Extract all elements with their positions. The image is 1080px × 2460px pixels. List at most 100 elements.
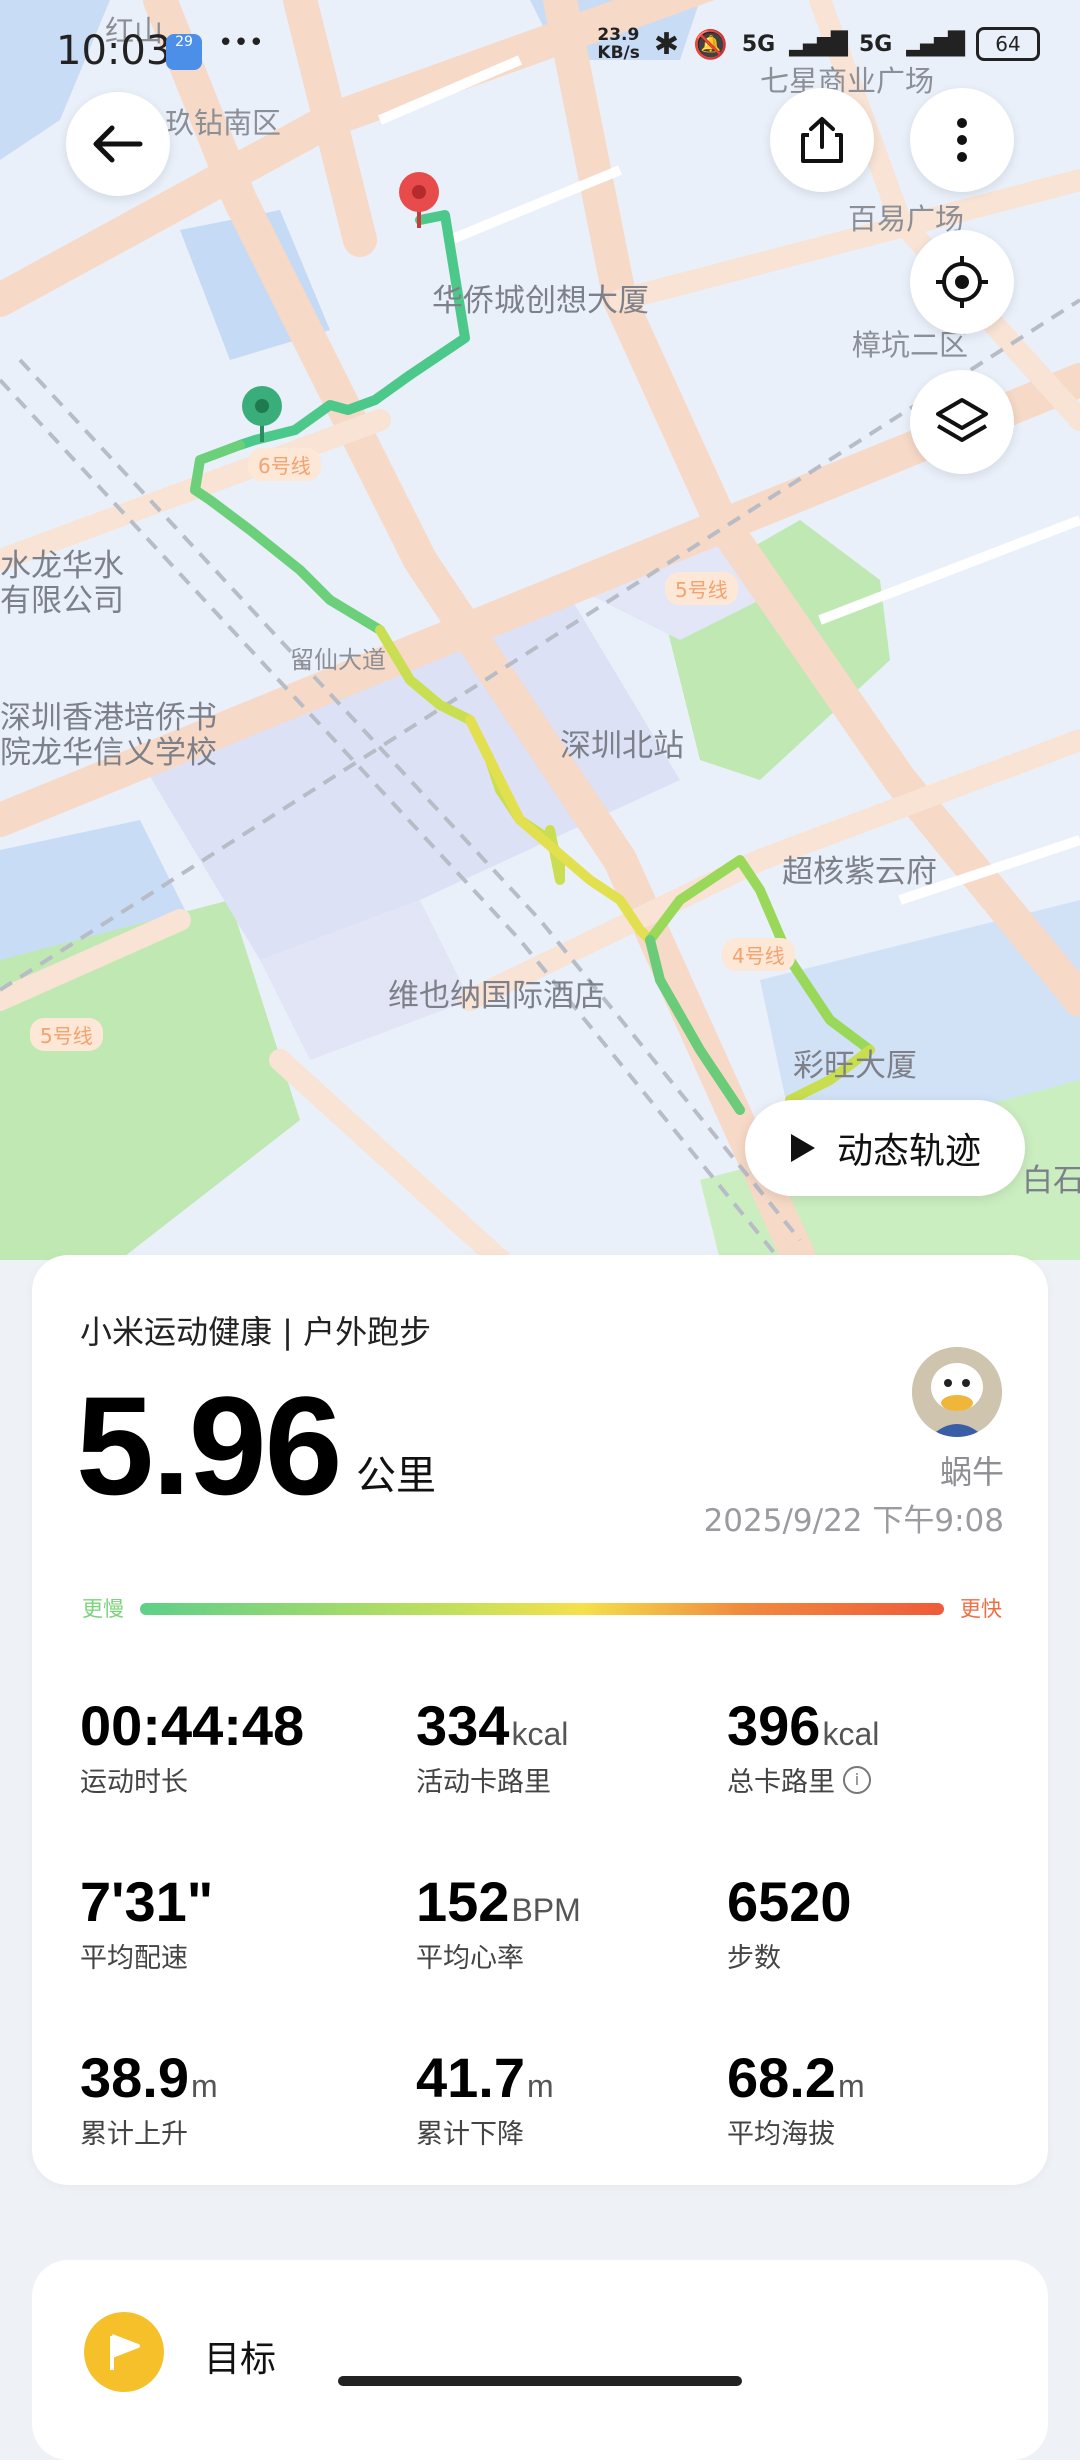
goal-label: 目标 bbox=[204, 2339, 277, 2380]
goal-flag-icon bbox=[84, 2312, 164, 2392]
more-notifications-icon: ••• bbox=[218, 28, 265, 58]
workout-summary-card: 小米运动健康 | 户外跑步 5.96 公里 蜗牛 2025/9/22 下午9:0… bbox=[32, 1255, 1048, 2185]
map-label: 维也纳国际酒店 bbox=[388, 978, 605, 1014]
status-icons: 23.9 KB/s ✱ 🔕 5G ▂▄▆█ 5G ▂▄▆█ 64 bbox=[597, 26, 1040, 62]
metro-badge: 6号线 bbox=[248, 448, 321, 481]
replay-label: 动态轨迹 bbox=[836, 1131, 981, 1172]
back-arrow-icon bbox=[93, 125, 143, 163]
stat-label: 平均心率 bbox=[416, 1943, 524, 1974]
stat-value: 7'31" bbox=[80, 1870, 214, 1933]
end-pin-icon bbox=[399, 172, 439, 228]
locate-button[interactable] bbox=[910, 230, 1014, 334]
stat-descent: 41.7m 累计下降 bbox=[416, 2045, 554, 2151]
more-button[interactable] bbox=[910, 88, 1014, 192]
layers-icon bbox=[936, 398, 988, 442]
weather-date: 29 bbox=[175, 34, 193, 50]
stat-total-calories: 396kcal 总卡路里 i bbox=[727, 1693, 879, 1799]
flag-icon bbox=[110, 2334, 140, 2370]
metro-badge: 5号线 bbox=[665, 572, 738, 605]
metro-badge: 5号线 bbox=[30, 1018, 103, 1051]
stat-value: 396 bbox=[727, 1694, 821, 1757]
stat-label-row: 总卡路里 i bbox=[727, 1760, 879, 1799]
stat-label: 平均配速 bbox=[80, 1943, 188, 1974]
stat-unit: m bbox=[838, 2068, 865, 2104]
stat-label: 活动卡路里 bbox=[416, 1767, 551, 1798]
net-speed: 23.9 KB/s bbox=[597, 26, 639, 62]
weather-icon: 29 bbox=[166, 34, 202, 70]
start-pin-icon bbox=[242, 386, 282, 442]
map-view[interactable]: 红山 玖钻南区 七星商业广场 百易广场 樟坑二区 华侨城创想大厦 水龙华水 有限… bbox=[0, 0, 1080, 1277]
sim1-network: 5G bbox=[741, 31, 776, 57]
stat-ascent: 38.9m 累计上升 bbox=[80, 2045, 218, 2151]
battery-icon: 64 bbox=[976, 27, 1040, 61]
share-button[interactable] bbox=[770, 88, 874, 192]
scale-slow-label: 更慢 bbox=[82, 1597, 124, 1621]
stat-unit: BPM bbox=[511, 1892, 581, 1928]
stat-active-calories: 334kcal 活动卡路里 bbox=[416, 1693, 568, 1799]
net-speed-unit: KB/s bbox=[597, 43, 640, 63]
avatar-image bbox=[912, 1347, 1002, 1437]
map-canvas bbox=[0, 0, 1080, 1277]
back-button[interactable] bbox=[66, 92, 170, 196]
stat-steps: 6520 步数 bbox=[727, 1869, 852, 1975]
stat-value: 152 bbox=[416, 1870, 510, 1933]
workout-source: 小米运动健康 | 户外跑步 bbox=[80, 1313, 432, 1351]
stat-duration: 00:44:48 运动时长 bbox=[80, 1693, 304, 1799]
user-name: 蜗牛 bbox=[939, 1453, 1004, 1491]
sim2-network: 5G bbox=[858, 31, 893, 57]
map-label: 院龙华信义学校 bbox=[0, 735, 217, 771]
stat-unit: m bbox=[527, 2068, 554, 2104]
stat-value: 68.2 bbox=[727, 2046, 836, 2109]
distance-value: 5.96 bbox=[76, 1367, 342, 1524]
status-bar: 10:03 29 ••• 23.9 KB/s ✱ 🔕 5G ▂▄▆█ 5G ▂▄… bbox=[56, 22, 1040, 78]
stat-value: 334 bbox=[416, 1694, 510, 1757]
layers-button[interactable] bbox=[910, 370, 1014, 474]
metro-badge: 4号线 bbox=[722, 938, 795, 971]
stat-unit: m bbox=[191, 2068, 218, 2104]
mute-icon: 🔕 bbox=[693, 27, 728, 61]
bluetooth-icon: ✱ bbox=[653, 26, 679, 62]
stat-label: 平均海拔 bbox=[727, 2119, 835, 2150]
map-label: 留仙大道 bbox=[290, 646, 386, 674]
map-label: 彩旺大厦 bbox=[793, 1048, 917, 1084]
stat-unit: kcal bbox=[822, 1716, 880, 1752]
play-icon bbox=[790, 1134, 815, 1162]
signal-icon: ▂▄▆█ bbox=[906, 31, 965, 57]
replay-track-button[interactable]: 动态轨迹 bbox=[745, 1100, 1025, 1196]
net-speed-value: 23.9 bbox=[597, 25, 640, 45]
info-icon[interactable]: i bbox=[843, 1765, 871, 1794]
stat-value: 38.9 bbox=[80, 2046, 189, 2109]
map-label: 有限公司 bbox=[0, 583, 124, 619]
stat-altitude: 68.2m 平均海拔 bbox=[727, 2045, 865, 2151]
share-icon bbox=[801, 117, 843, 163]
home-indicator[interactable] bbox=[338, 2376, 742, 2386]
map-label: 白石 bbox=[1022, 1163, 1080, 1199]
goal-card[interactable]: 目标 bbox=[32, 2260, 1048, 2460]
stat-unit: kcal bbox=[511, 1716, 569, 1752]
stat-label: 步数 bbox=[727, 1943, 781, 1974]
status-time: 10:03 bbox=[56, 28, 172, 74]
map-label: 深圳北站 bbox=[560, 728, 684, 764]
workout-datetime: 2025/9/22 下午9:08 bbox=[703, 1503, 1004, 1539]
avatar[interactable] bbox=[912, 1347, 1002, 1437]
battery-level: 64 bbox=[995, 32, 1021, 56]
map-label: 玖钻南区 bbox=[165, 106, 282, 140]
stat-label: 总卡路里 bbox=[727, 1767, 835, 1798]
pace-color-scale: 更慢 更快 bbox=[82, 1593, 1002, 1623]
stat-value: 41.7 bbox=[416, 2046, 525, 2109]
stat-pace: 7'31" 平均配速 bbox=[80, 1869, 213, 1975]
signal-icon: ▂▄▆█ bbox=[789, 31, 848, 57]
scale-fast-label: 更快 bbox=[960, 1597, 1002, 1621]
stat-heart-rate: 152BPM 平均心率 bbox=[416, 1869, 581, 1975]
distance-unit: 公里 bbox=[356, 1453, 436, 1499]
scale-gradient-bar bbox=[140, 1603, 944, 1615]
map-label: 华侨城创想大厦 bbox=[432, 283, 649, 319]
stat-label: 累计下降 bbox=[416, 2119, 524, 2150]
stat-label: 运动时长 bbox=[80, 1767, 188, 1798]
stat-value: 00:44:48 bbox=[80, 1694, 305, 1757]
stat-label: 累计上升 bbox=[80, 2119, 188, 2150]
locate-icon bbox=[936, 256, 988, 308]
more-vertical-icon bbox=[957, 118, 967, 162]
map-label: 超核紫云府 bbox=[782, 854, 937, 890]
stat-value: 6520 bbox=[727, 1870, 852, 1933]
